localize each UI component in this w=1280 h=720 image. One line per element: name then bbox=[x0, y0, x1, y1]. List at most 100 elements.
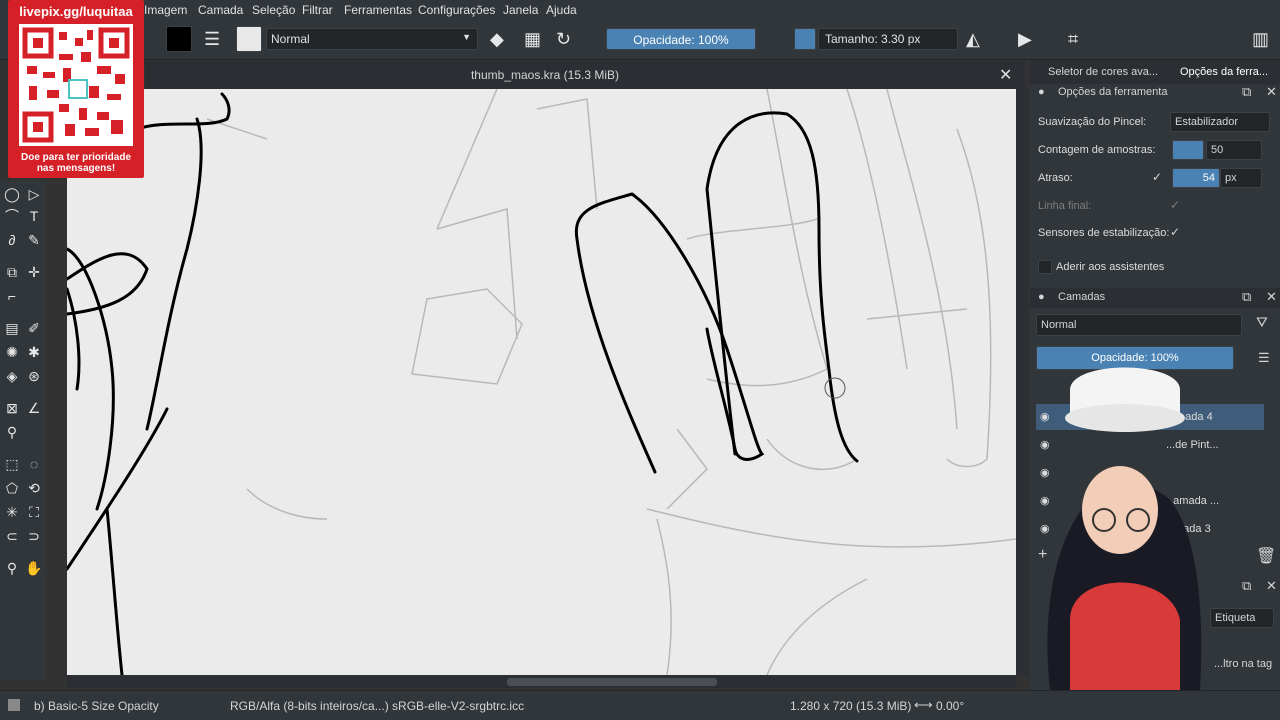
gradient-tool-icon[interactable]: ▤ bbox=[2, 318, 22, 338]
move-tool-icon[interactable]: ✛ bbox=[24, 262, 44, 282]
close-panel-icon[interactable]: ✕ bbox=[1266, 84, 1277, 100]
menu-select[interactable]: Seleção bbox=[252, 3, 295, 17]
size-slider[interactable]: Tamanho: 3.30 px bbox=[818, 28, 958, 50]
smoothing-select[interactable]: Estabilizador bbox=[1170, 112, 1270, 132]
freehand-select-icon[interactable]: ⟲ bbox=[24, 478, 44, 498]
document-title: thumb_maos.kra (15.3 MiB) bbox=[470, 68, 620, 82]
menu-tools[interactable]: Ferramentas bbox=[344, 3, 412, 17]
text-tool-icon[interactable]: T bbox=[24, 206, 44, 226]
menu-window[interactable]: Janela bbox=[503, 3, 538, 17]
samples-slider[interactable]: 50 bbox=[1206, 140, 1262, 160]
overlay-message: Doe para ter prioridade nas mensagens! bbox=[20, 152, 132, 174]
rect-select-icon[interactable]: ⬚ bbox=[2, 454, 22, 474]
mirror-horizontal-icon[interactable]: ◭ bbox=[966, 30, 980, 48]
lock-icon: ● bbox=[1038, 86, 1045, 98]
smart-patch-icon[interactable]: ✺ bbox=[2, 342, 22, 362]
layers-close-icon[interactable]: ✕ bbox=[1266, 289, 1277, 305]
menu-image[interactable]: Imagem bbox=[144, 3, 187, 17]
magnetic-select-icon[interactable]: ⊃ bbox=[24, 526, 44, 546]
layers-lock-icon: ● bbox=[1038, 291, 1045, 303]
layers-float-icon[interactable]: ⧉ bbox=[1242, 289, 1251, 305]
finish-line-label: Linha final: bbox=[1038, 200, 1092, 212]
layers-title: Camadas bbox=[1058, 291, 1106, 303]
close-document-icon[interactable]: ✕ bbox=[999, 65, 1012, 85]
contiguous-select-icon[interactable]: ✳ bbox=[2, 502, 22, 522]
brush-settings-icon[interactable]: ☰ bbox=[204, 30, 220, 48]
tab-color-selector[interactable]: Seletor de cores ava... bbox=[1048, 66, 1158, 78]
layer-blend-select[interactable]: Normal bbox=[1036, 314, 1242, 336]
ellipse-select-icon[interactable]: ◌ bbox=[24, 454, 44, 474]
filter-icon[interactable]: ⛛ bbox=[1256, 314, 1268, 331]
menu-settings[interactable]: Configurações bbox=[418, 3, 495, 17]
eraser-icon[interactable]: ◆ bbox=[490, 30, 504, 48]
qr-code-icon bbox=[19, 24, 133, 146]
enclose-fill-icon[interactable]: ⊛ bbox=[24, 366, 44, 386]
bezier-tool-icon[interactable]: ⌒ bbox=[2, 206, 22, 226]
fill-tool-icon[interactable]: ◈ bbox=[2, 366, 22, 386]
presets-close-icon[interactable]: ✕ bbox=[1266, 578, 1277, 594]
delay-label: Atraso: bbox=[1038, 172, 1073, 184]
reload-preset-icon[interactable]: ↻ bbox=[556, 30, 571, 48]
assistant-tool-icon[interactable]: ⊠ bbox=[2, 398, 22, 418]
float-panel-icon[interactable]: ⧉ bbox=[1242, 84, 1251, 100]
filter-tag-label: ...ltro na tag bbox=[1214, 658, 1273, 670]
brush-cursor-icon bbox=[824, 377, 846, 399]
wrap-around-icon[interactable]: ⌗ bbox=[1068, 30, 1078, 48]
drawing-canvas[interactable] bbox=[67, 89, 1016, 675]
horizontal-scrollbar[interactable] bbox=[67, 676, 1016, 688]
sensors-label: Sensores de estabilização: bbox=[1038, 227, 1170, 239]
horizontal-scroll-thumb[interactable] bbox=[507, 678, 717, 686]
sensors-checkbox[interactable]: ✓ bbox=[1170, 225, 1180, 239]
multibrush-icon[interactable]: ✱ bbox=[24, 342, 44, 362]
delete-layer-icon[interactable]: 🗑 bbox=[1256, 546, 1276, 566]
menu-layer[interactable]: Camada bbox=[198, 3, 243, 17]
freehand-path-icon[interactable]: ∂ bbox=[2, 230, 22, 250]
color-picker-icon[interactable]: ✐ bbox=[24, 318, 44, 338]
menu-filter[interactable]: Filtrar bbox=[302, 3, 333, 17]
measure-tool-icon[interactable]: ∠ bbox=[24, 398, 44, 418]
layer-menu-icon[interactable]: ☰ bbox=[1258, 350, 1270, 366]
pan-tool-icon[interactable]: ✋ bbox=[24, 558, 44, 578]
delay-slider[interactable]: 54 bbox=[1172, 168, 1220, 188]
brush-preset-icon[interactable] bbox=[236, 26, 262, 52]
vertical-scrollbar[interactable] bbox=[1016, 89, 1028, 675]
workspace-icon[interactable]: ▥ bbox=[1252, 30, 1269, 48]
polygon-select-icon[interactable]: ⬠ bbox=[2, 478, 22, 498]
zoom-tool-icon[interactable]: ⚲ bbox=[2, 558, 22, 578]
chevron-down-icon: ▼ bbox=[462, 32, 471, 42]
bezier-select-icon[interactable]: ⊂ bbox=[2, 526, 22, 546]
reference-tool-icon[interactable]: ⚲ bbox=[2, 422, 22, 442]
polyline-tool-icon[interactable]: ▷ bbox=[24, 184, 44, 204]
color-space: RGB/Alfa (8-bits inteiros/ca...) sRGB-el… bbox=[230, 699, 525, 713]
transform-tool-icon[interactable]: ⧉ bbox=[2, 262, 22, 282]
finish-line-checkbox[interactable]: ✓ bbox=[1170, 198, 1180, 212]
size-fill bbox=[794, 28, 816, 50]
menu-help[interactable]: Ajuda bbox=[546, 3, 577, 17]
mirror-vertical-icon[interactable]: ▶ bbox=[1018, 30, 1032, 48]
opacity-slider[interactable]: Opacidade: 100% bbox=[606, 28, 756, 50]
vtuber-avatar bbox=[1047, 367, 1202, 700]
samples-fill bbox=[1172, 140, 1204, 160]
donation-overlay: livepix.gg/luquitaa Doe para ter priorid… bbox=[8, 0, 144, 178]
presets-float-icon[interactable]: ⧉ bbox=[1242, 578, 1251, 594]
brush-toolbar: ☰ Normal ▼ ◆ ▦ ↻ Opacidade: 100% Tamanho:… bbox=[0, 20, 1280, 60]
menu-bar: Imagem Camada Seleção Filtrar Ferramenta… bbox=[0, 0, 1280, 20]
blend-mode-select[interactable]: Normal ▼ bbox=[266, 28, 478, 50]
calligraphy-icon[interactable]: ✎ bbox=[24, 230, 44, 250]
rotate-icon[interactable]: ⟷ bbox=[914, 697, 933, 713]
ellipse-tool-icon[interactable]: ◯ bbox=[2, 184, 22, 204]
document-tab-bar: thumb_maos.kra (15.3 MiB) ✕ bbox=[145, 61, 1025, 89]
sketch-artwork bbox=[67, 89, 1016, 675]
toolbox: ◯ ▷ ⌒ T ∂ ✎ ⧉ ✛ ⌐ ▤ ✐ ✺ ✱ ◈ ⊛ ⊠ ∠ ⚲ ⬚ ◌ … bbox=[0, 180, 46, 680]
overlay-url: livepix.gg/luquitaa bbox=[19, 4, 133, 19]
tab-tool-options[interactable]: Opções da ferra... bbox=[1180, 66, 1268, 78]
delay-checkbox[interactable]: ✓ bbox=[1152, 170, 1162, 184]
color-swatch-icon[interactable] bbox=[166, 26, 192, 52]
brush-name[interactable]: b) Basic-5 Size Opacity bbox=[34, 699, 159, 713]
tag-select[interactable]: Etiqueta bbox=[1210, 608, 1274, 628]
similar-select-icon[interactable]: ⛶ bbox=[24, 502, 44, 522]
delay-unit: px bbox=[1220, 168, 1262, 188]
crop-tool-icon[interactable]: ⌐ bbox=[2, 286, 22, 306]
alpha-lock-icon[interactable]: ▦ bbox=[524, 30, 541, 48]
snap-checkbox[interactable] bbox=[1038, 260, 1052, 274]
